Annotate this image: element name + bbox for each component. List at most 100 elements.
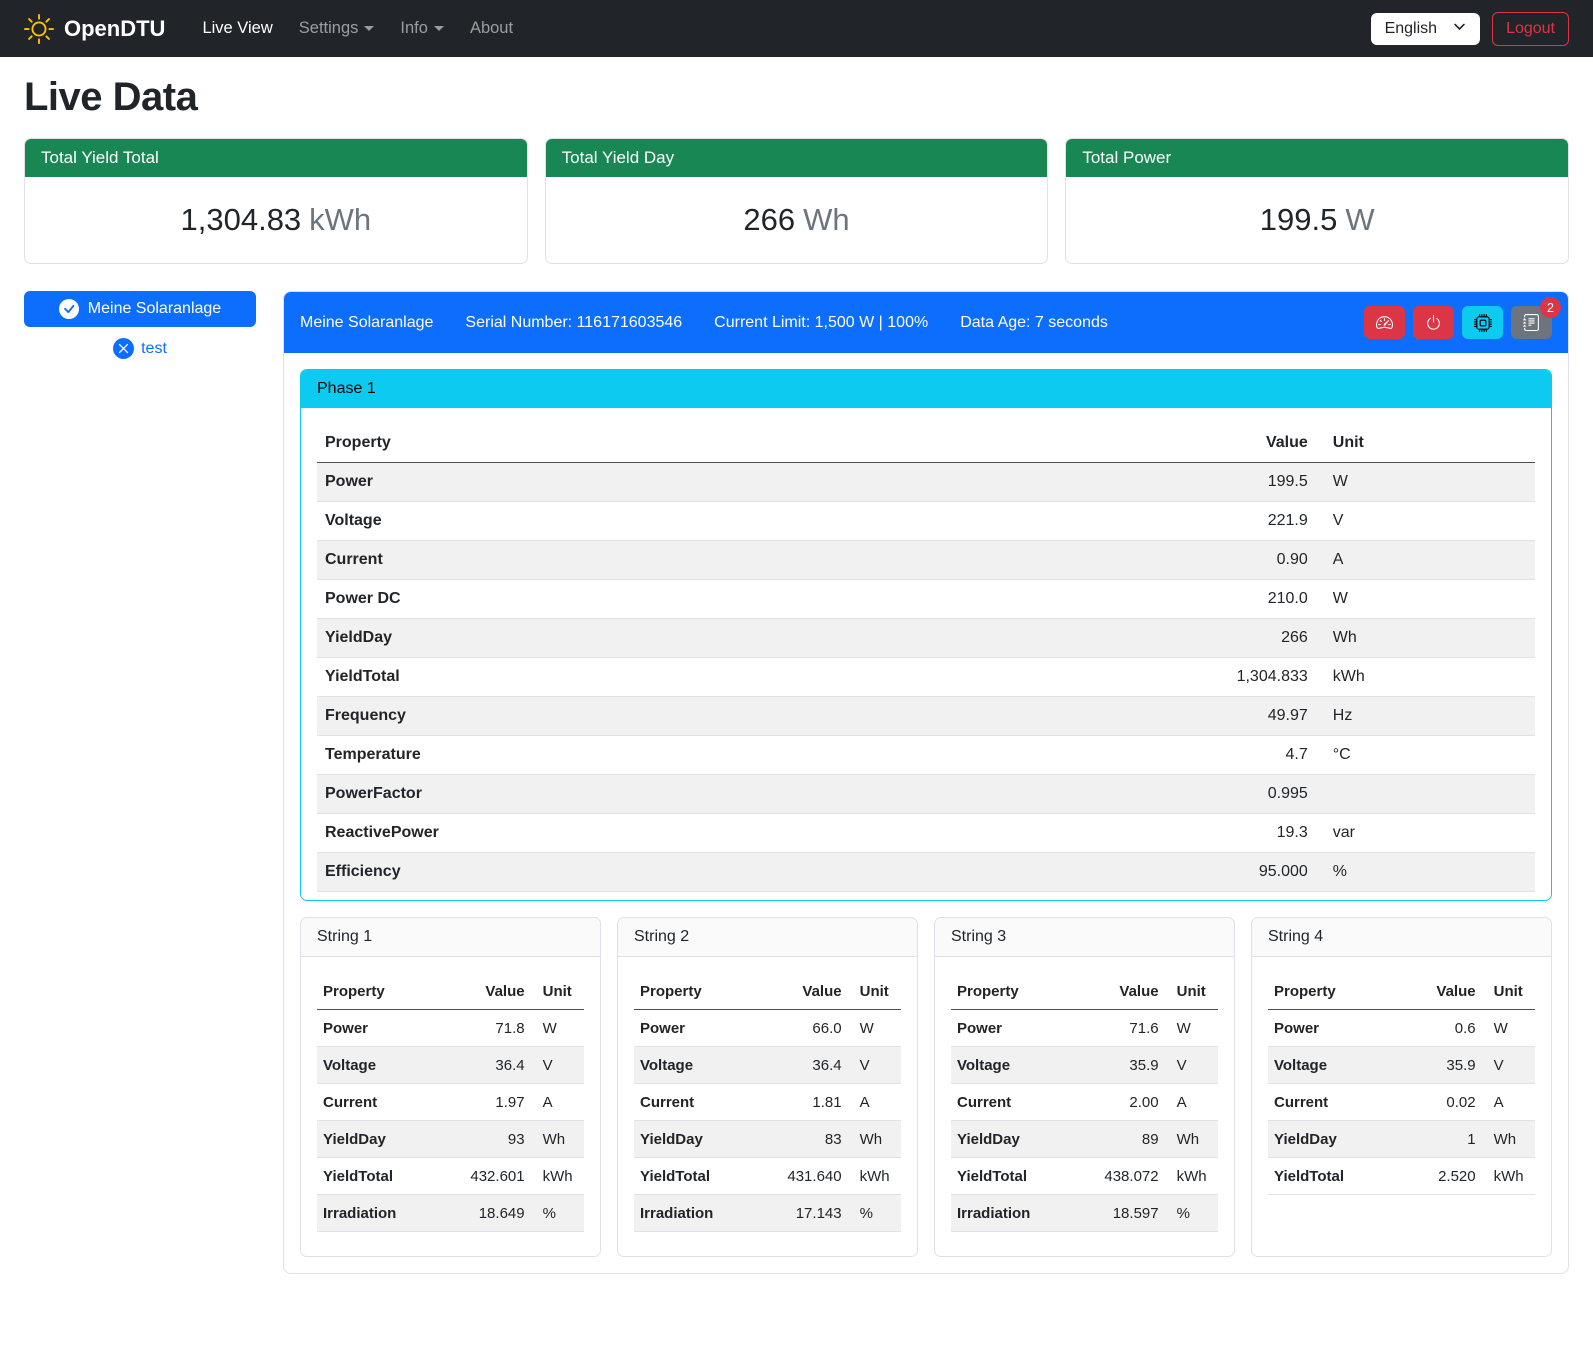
device-info-button[interactable]	[1462, 306, 1503, 339]
card-header: Total Yield Day	[546, 139, 1048, 177]
property-cell: YieldDay	[317, 1121, 440, 1158]
card-total-yield-day: Total Yield Day 266Wh	[545, 138, 1049, 264]
table-header-row: Property Value Unit	[317, 424, 1535, 463]
unit-cell: %	[1165, 1195, 1218, 1232]
power-icon	[1425, 314, 1442, 331]
table-row: Irradiation18.597%	[951, 1195, 1218, 1232]
table-row: Frequency49.97Hz	[317, 697, 1535, 736]
inverter-selected-button[interactable]: Meine Solaranlage	[24, 291, 256, 327]
inverter-data-age: Data Age: 7 seconds	[960, 314, 1108, 332]
property-cell: Power	[951, 1010, 1074, 1047]
language-value: English	[1385, 20, 1437, 38]
page-title: Live Data	[24, 75, 1569, 120]
value-cell: 95.000	[1157, 853, 1315, 892]
value-cell: 71.8	[440, 1010, 531, 1047]
value-cell: 35.9	[1391, 1047, 1482, 1084]
unit-cell: °C	[1316, 736, 1535, 775]
table-row: Voltage36.4V	[634, 1047, 901, 1084]
event-count-badge: 2	[1540, 297, 1561, 318]
table-row: YieldTotal2.520kWh	[1268, 1158, 1535, 1195]
nav-item-info[interactable]: Info	[387, 11, 457, 46]
event-log-button[interactable]: 2	[1511, 306, 1552, 339]
string-card-4: String 4 Property Value Unit Power0.6WVo…	[1251, 917, 1552, 1257]
logout-button[interactable]: Logout	[1492, 12, 1569, 46]
value-cell: 199.5	[1157, 463, 1315, 502]
value-cell: 1.97	[440, 1084, 531, 1121]
cpu-icon	[1474, 314, 1492, 332]
nav-item-about[interactable]: About	[457, 11, 526, 46]
phase-table: Property Value Unit Power199.5WVoltage22…	[317, 424, 1535, 892]
column-property: Property	[951, 973, 1074, 1010]
column-property: Property	[317, 424, 1157, 463]
property-cell: Temperature	[317, 736, 1157, 775]
table-row: YieldTotal438.072kWh	[951, 1158, 1218, 1195]
unit-cell: V	[848, 1047, 901, 1084]
property-cell: Irradiation	[951, 1195, 1074, 1232]
brand[interactable]: OpenDTU	[24, 14, 165, 44]
value-cell: 438.072	[1074, 1158, 1165, 1195]
value-cell: 36.4	[757, 1047, 848, 1084]
property-cell: Voltage	[1268, 1047, 1391, 1084]
column-property: Property	[1268, 973, 1391, 1010]
property-cell: Power	[634, 1010, 757, 1047]
table-row: Current1.97A	[317, 1084, 584, 1121]
language-select[interactable]: English	[1371, 13, 1480, 45]
unit-cell: V	[1316, 502, 1535, 541]
inverter-limit: Current Limit: 1,500 W | 100%	[714, 314, 928, 332]
table-row: Temperature4.7°C	[317, 736, 1535, 775]
string-title: String 2	[618, 918, 917, 957]
value-cell: 432.601	[440, 1158, 531, 1195]
property-cell: YieldDay	[317, 619, 1157, 658]
value-cell: 0.90	[1157, 541, 1315, 580]
property-cell: Power	[1268, 1010, 1391, 1047]
table-row: YieldDay83Wh	[634, 1121, 901, 1158]
nav-item-live-view[interactable]: Live View	[189, 11, 285, 46]
property-cell: Irradiation	[634, 1195, 757, 1232]
unit-cell: A	[848, 1084, 901, 1121]
inverter-item-test[interactable]: test	[24, 338, 256, 359]
property-cell: YieldTotal	[317, 1158, 440, 1195]
nav-links: Live View Settings Info About	[189, 11, 526, 46]
value-cell: 1	[1391, 1121, 1482, 1158]
value-cell: 0.995	[1157, 775, 1315, 814]
value-cell: 19.3	[1157, 814, 1315, 853]
string-title: String 4	[1252, 918, 1551, 957]
table-row: YieldDay93Wh	[317, 1121, 584, 1158]
property-cell: Voltage	[951, 1047, 1074, 1084]
inverter-card-header: Meine Solaranlage Serial Number: 1161716…	[284, 292, 1568, 353]
unit-cell: W	[1316, 463, 1535, 502]
brand-label: OpenDTU	[64, 16, 165, 42]
property-cell: Current	[317, 1084, 440, 1121]
value-cell: 49.97	[1157, 697, 1315, 736]
column-value: Value	[440, 973, 531, 1010]
unit-cell: %	[1316, 853, 1535, 892]
unit-cell: %	[848, 1195, 901, 1232]
power-button[interactable]	[1413, 306, 1454, 339]
table-row: Efficiency95.000%	[317, 853, 1535, 892]
table-row: YieldTotal432.601kWh	[317, 1158, 584, 1195]
table-row: Current0.90A	[317, 541, 1535, 580]
limit-settings-button[interactable]	[1364, 306, 1405, 339]
property-cell: Irradiation	[317, 1195, 440, 1232]
property-cell: Voltage	[634, 1047, 757, 1084]
table-row: Power71.6W	[951, 1010, 1218, 1047]
property-cell: ReactivePower	[317, 814, 1157, 853]
table-row: Irradiation17.143%	[634, 1195, 901, 1232]
table-row: Irradiation18.649%	[317, 1195, 584, 1232]
nav-item-settings[interactable]: Settings	[286, 11, 388, 46]
value-cell: 221.9	[1157, 502, 1315, 541]
unit-cell: Wh	[1165, 1121, 1218, 1158]
unit-cell: A	[531, 1084, 584, 1121]
column-value: Value	[1074, 973, 1165, 1010]
unit-cell: kWh	[1165, 1158, 1218, 1195]
column-value: Value	[757, 973, 848, 1010]
property-cell: YieldTotal	[1268, 1158, 1391, 1195]
property-cell: YieldDay	[951, 1121, 1074, 1158]
summary-row: Total Yield Total 1,304.83kWh Total Yiel…	[24, 138, 1569, 264]
property-cell: PowerFactor	[317, 775, 1157, 814]
property-cell: YieldTotal	[951, 1158, 1074, 1195]
unit-cell: A	[1316, 541, 1535, 580]
table-header-row: Property Value Unit	[317, 973, 584, 1010]
column-unit: Unit	[1482, 973, 1535, 1010]
property-cell: Power	[317, 463, 1157, 502]
